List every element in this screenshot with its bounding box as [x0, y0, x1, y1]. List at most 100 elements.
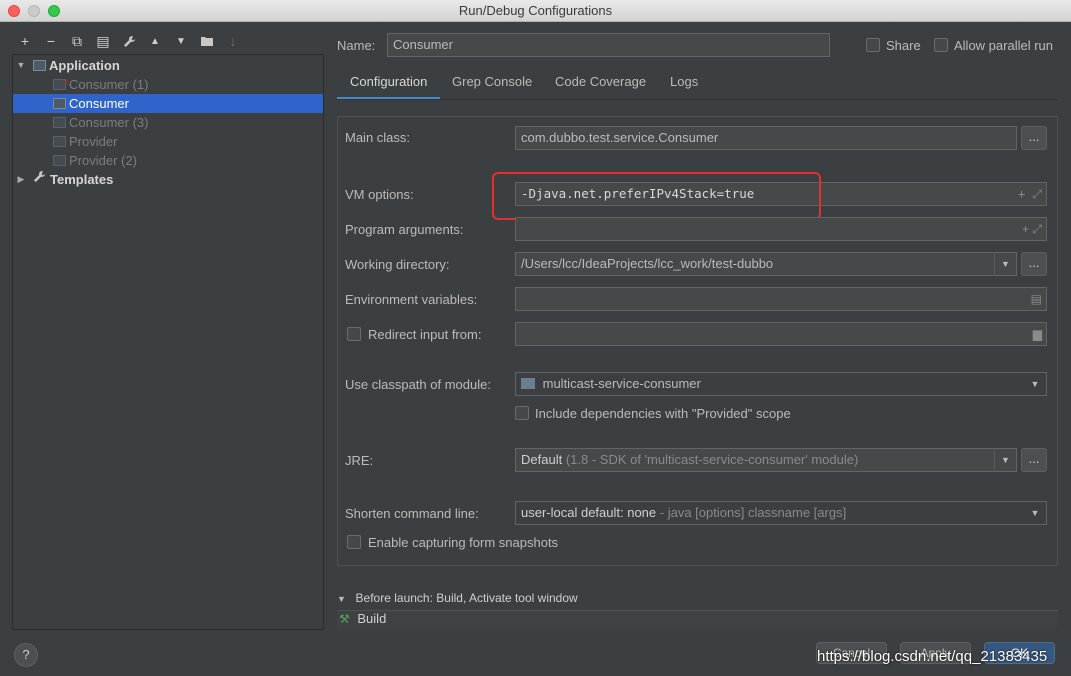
jre-label: JRE: — [345, 453, 374, 468]
expand-arrow-icon[interactable]: ▼ — [15, 56, 27, 75]
classpath-value: multicast-service-consumer — [542, 376, 701, 391]
tree-item-label: Provider (2) — [69, 153, 137, 168]
main-class-browse-button[interactable]: ... — [1021, 126, 1047, 150]
environment-variables-label: Environment variables: — [345, 292, 478, 307]
enable-snapshots-label: Enable capturing form snapshots — [368, 535, 559, 550]
config-icon — [53, 155, 66, 166]
shorten-command-line-dropdown[interactable]: user-local default: none - java [options… — [515, 501, 1047, 525]
config-icon — [53, 136, 66, 147]
maximize-window-button[interactable] — [48, 5, 60, 17]
move-down-icon[interactable]: ▼ — [168, 30, 194, 52]
chevron-down-icon[interactable]: ▼ — [1024, 373, 1046, 395]
before-launch-build-item[interactable]: ⚒ Build — [337, 610, 1058, 630]
jre-value-main: Default — [521, 452, 563, 467]
parallel-run-checkbox[interactable] — [934, 38, 948, 52]
tree-item-provider-2[interactable]: Provider (2) — [13, 151, 323, 170]
tree-item-label: Provider — [69, 134, 118, 149]
program-arguments-input[interactable]: + ⤢ — [515, 217, 1047, 241]
tree-item-label: Consumer — [69, 96, 129, 111]
chevron-down-icon[interactable]: ▼ — [994, 449, 1016, 471]
collapse-arrow-icon[interactable]: ▶ — [15, 170, 27, 189]
tree-item-consumer-3[interactable]: Consumer (3) — [13, 113, 323, 132]
program-arguments-label: Program arguments: — [345, 222, 464, 237]
tab-grep-console[interactable]: Grep Console — [439, 70, 545, 100]
build-label: Build — [357, 611, 387, 626]
tree-node-label: Application — [49, 58, 120, 73]
wrench-icon-svg — [34, 171, 45, 182]
tab-code-coverage[interactable]: Code Coverage — [542, 70, 659, 100]
module-folder-icon — [521, 378, 535, 389]
tree-node-templates[interactable]: ▶ Templates — [13, 170, 323, 189]
build-hammer-icon: ⚒ — [339, 612, 350, 626]
redirect-input-label: Redirect input from: — [368, 327, 482, 342]
expand-field-icon[interactable]: + ⤢ — [1018, 183, 1042, 205]
main-class-label: Main class: — [345, 130, 411, 145]
tab-logs[interactable]: Logs — [657, 70, 711, 100]
tree-item-consumer-1[interactable]: ✕ Consumer (1) — [13, 75, 323, 94]
wrench-icon[interactable] — [116, 30, 142, 52]
folder-icon-svg — [201, 37, 213, 46]
config-tree: ▼ Application ✕ Consumer (1) Consumer Co… — [12, 54, 324, 630]
before-launch-section[interactable]: ▼ Before launch: Build, Activate tool wi… — [337, 590, 1058, 605]
name-label: Name: — [337, 38, 376, 53]
remove-icon[interactable]: − — [38, 30, 64, 52]
tree-item-provider[interactable]: Provider — [13, 132, 323, 151]
parallel-run-label: Allow parallel run — [954, 38, 1053, 53]
tree-item-label: Consumer (3) — [69, 115, 149, 130]
watermark: https://blog.csdn.net/qq_21383435 — [817, 648, 1048, 665]
shorten-value-main: user-local default: none — [521, 505, 657, 520]
expand-field-icon[interactable]: + ⤢ — [1022, 218, 1042, 240]
title-bar: Run/Debug Configurations — [0, 0, 1071, 22]
include-deps-checkbox[interactable] — [515, 406, 529, 420]
before-launch-label: Before launch: Build, Activate tool wind… — [355, 591, 578, 605]
expand-arrow-icon[interactable]: ▼ — [337, 594, 346, 604]
wrench-icon-svg — [123, 35, 135, 47]
jre-dropdown[interactable]: Default (1.8 - SDK of 'multicast-service… — [515, 448, 1017, 472]
tree-item-label: Consumer (1) — [69, 77, 149, 92]
highlight-annotation — [492, 172, 821, 220]
share-checkbox[interactable] — [866, 38, 880, 52]
config-toolbar: + − ⧉ ▤ ▲ ▼ ↓ — [12, 30, 246, 52]
environment-variables-input[interactable]: ▤ — [515, 287, 1047, 311]
config-error-icon: ✕ — [53, 78, 70, 90]
name-input[interactable]: Consumer — [387, 33, 830, 57]
close-window-button[interactable] — [8, 5, 20, 17]
shorten-command-line-label: Shorten command line: — [345, 506, 479, 521]
redirect-input-checkbox[interactable] — [347, 327, 361, 341]
jre-value-detail: (1.8 - SDK of 'multicast-service-consume… — [565, 452, 859, 467]
folder-icon[interactable]: ▆ — [1033, 323, 1042, 345]
shorten-value-detail: - java [options] classname [args] — [659, 505, 847, 520]
tab-divider — [337, 99, 1058, 100]
save-icon[interactable]: ▤ — [90, 30, 116, 52]
minimize-window-button[interactable] — [28, 5, 40, 17]
folder-icon[interactable] — [194, 30, 220, 52]
working-directory-value: /Users/lcc/IdeaProjects/lcc_work/test-du… — [521, 256, 774, 271]
window-title: Run/Debug Configurations — [458, 3, 613, 18]
chevron-down-icon[interactable]: ▼ — [1024, 502, 1046, 524]
main-class-input[interactable]: com.dubbo.test.service.Consumer — [515, 126, 1017, 150]
share-label: Share — [886, 38, 921, 53]
copy-icon[interactable]: ⧉ — [64, 30, 90, 52]
tree-node-label: Templates — [50, 172, 114, 187]
config-icon — [53, 98, 66, 109]
config-icon — [53, 117, 66, 128]
jre-browse-button[interactable]: ... — [1021, 448, 1047, 472]
working-directory-input[interactable]: /Users/lcc/IdeaProjects/lcc_work/test-du… — [515, 252, 1017, 276]
move-up-icon[interactable]: ▲ — [142, 30, 168, 52]
tree-item-consumer[interactable]: Consumer — [13, 94, 323, 113]
classpath-label: Use classpath of module: — [345, 377, 491, 392]
add-icon[interactable]: + — [12, 30, 38, 52]
include-deps-label: Include dependencies with "Provided" sco… — [535, 406, 791, 421]
tree-node-application[interactable]: ▼ Application — [13, 56, 323, 75]
chevron-down-icon[interactable]: ▼ — [994, 253, 1016, 275]
enable-snapshots-checkbox[interactable] — [347, 535, 361, 549]
wrench-icon — [33, 170, 47, 189]
working-directory-browse-button[interactable]: ... — [1021, 252, 1047, 276]
tab-configuration[interactable]: Configuration — [337, 70, 441, 100]
sort-icon[interactable]: ↓ — [220, 30, 246, 52]
vm-options-label: VM options: — [345, 187, 414, 202]
document-icon[interactable]: ▤ — [1031, 288, 1042, 310]
help-button[interactable]: ? — [14, 643, 38, 667]
classpath-dropdown[interactable]: multicast-service-consumer ▼ — [515, 372, 1047, 396]
redirect-input-field[interactable]: ▆ — [515, 322, 1047, 346]
